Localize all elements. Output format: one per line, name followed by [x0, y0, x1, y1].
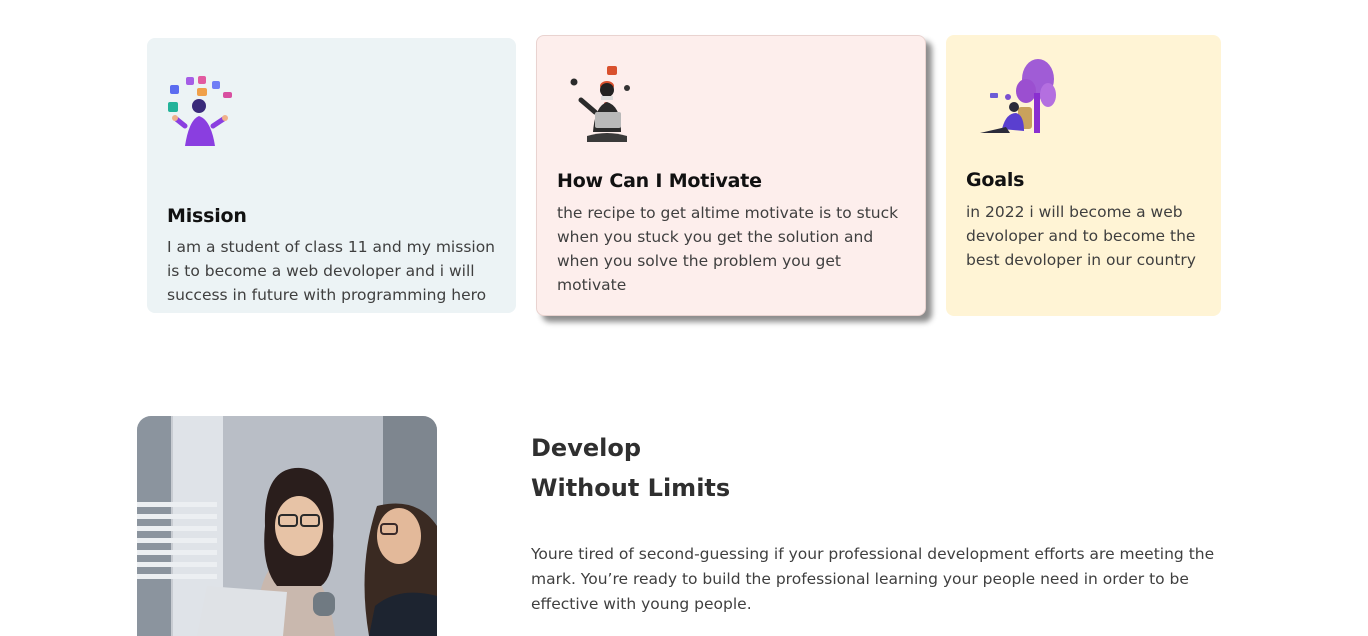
two-students-with-laptop-photo	[137, 416, 437, 636]
develop-paragraph: Youre tired of second-guessing if your p…	[531, 545, 1215, 613]
develop-heading-line2: Without Limits	[531, 474, 731, 502]
develop-heading: Develop Without Limits	[531, 428, 730, 508]
person-under-tree-illustration	[980, 59, 1056, 133]
card-text: in 2022 i will become a web devoloper an…	[966, 203, 1196, 269]
card-title: Mission	[167, 205, 247, 227]
card-text: the recipe to get altime motivate is to …	[557, 204, 899, 294]
develop-heading-line1: Develop	[531, 434, 642, 462]
mission-card: Mission I am a student of class 11 and m…	[147, 38, 516, 313]
person-with-laptop-illustration	[570, 66, 630, 142]
motivate-card: How Can I Motivate the recipe to get alt…	[536, 35, 926, 316]
card-title: How Can I Motivate	[557, 170, 762, 192]
goals-card: Goals in 2022 i will become a web devolo…	[946, 35, 1221, 316]
card-title: Goals	[966, 169, 1025, 191]
juggling-app-icons-illustration	[168, 76, 232, 146]
card-text: I am a student of class 11 and my missio…	[167, 238, 496, 304]
